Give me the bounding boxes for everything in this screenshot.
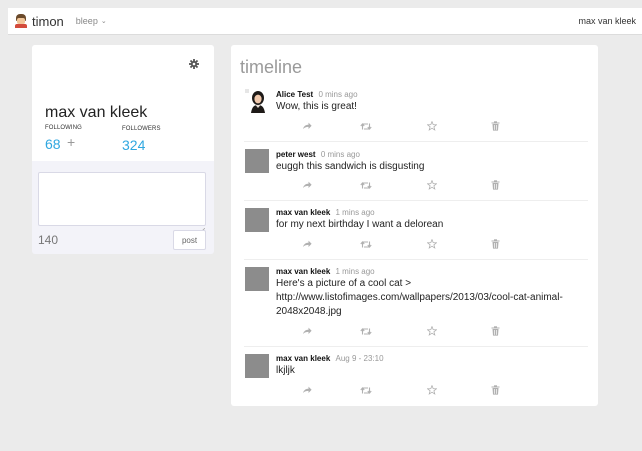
post-actions: [231, 180, 598, 190]
repost-icon[interactable]: [360, 385, 372, 395]
post-author[interactable]: Alice Test: [276, 90, 313, 99]
post-divider: [244, 346, 588, 347]
post-text: for my next birthday I want a delorean: [276, 219, 444, 230]
avatar[interactable]: [245, 149, 269, 173]
post-actions: [231, 121, 598, 131]
star-icon[interactable]: [426, 180, 438, 190]
post-author[interactable]: max van kleek: [276, 208, 330, 217]
repost-icon[interactable]: [360, 180, 372, 190]
reply-arrow-icon[interactable]: [301, 326, 313, 336]
nav-user-name[interactable]: max van kleek: [578, 16, 636, 26]
compose-input[interactable]: [38, 172, 206, 226]
profile-card: max van kleek FOLLOWING FOLLOWERS 68 + 3…: [32, 45, 214, 254]
avatar[interactable]: [245, 208, 269, 232]
avatar[interactable]: [245, 354, 269, 378]
top-navbar: timon bleep ⌄ max van kleek: [8, 8, 642, 35]
followers-label: FOLLOWERS: [122, 126, 161, 132]
following-label: FOLLOWING: [45, 125, 82, 131]
post-time: 1 mins ago: [335, 267, 375, 276]
trash-icon[interactable]: [489, 239, 501, 249]
app-switcher-dropdown[interactable]: bleep ⌄: [76, 16, 107, 26]
profile-name: max van kleek: [45, 104, 148, 121]
post-time: 1 mins ago: [335, 208, 375, 217]
trash-icon[interactable]: [489, 326, 501, 336]
post-time: Aug 9 - 23:10: [335, 354, 384, 363]
avatar[interactable]: [245, 267, 269, 291]
brand-name: timon: [32, 13, 64, 29]
gear-icon[interactable]: [189, 56, 199, 69]
reply-arrow-icon[interactable]: [301, 121, 313, 131]
post-meta: max van kleek Aug 9 - 23:10: [276, 354, 384, 363]
post-divider: [244, 200, 588, 201]
brand[interactable]: timon: [14, 14, 64, 29]
profile-header: max van kleek FOLLOWING FOLLOWERS 68 + 3…: [32, 45, 214, 161]
reply-arrow-icon[interactable]: [301, 239, 313, 249]
add-follow-button[interactable]: +: [67, 134, 75, 150]
star-icon[interactable]: [426, 385, 438, 395]
repost-icon[interactable]: [360, 121, 372, 131]
post-divider: [244, 141, 588, 142]
post-author[interactable]: max van kleek: [276, 354, 330, 363]
timeline-title: timeline: [240, 57, 303, 77]
trash-icon[interactable]: [489, 385, 501, 395]
following-count[interactable]: 68: [45, 136, 61, 152]
avatar[interactable]: [245, 89, 269, 113]
post-author[interactable]: peter west: [276, 150, 316, 159]
post-actions: [231, 239, 598, 249]
post-meta: max van kleek 1 mins ago: [276, 267, 375, 276]
post-meta: Alice Test 0 mins ago: [276, 90, 358, 99]
post-author[interactable]: max van kleek: [276, 267, 330, 276]
timeline-panel: timeline Alice Test 0 mins ago Wow, this…: [231, 45, 598, 406]
trash-icon[interactable]: [489, 121, 501, 131]
post-meta: max van kleek 1 mins ago: [276, 208, 375, 217]
chevron-down-icon: ⌄: [100, 18, 107, 25]
star-icon[interactable]: [426, 239, 438, 249]
post-time: 0 mins ago: [320, 150, 360, 159]
repost-icon[interactable]: [360, 239, 372, 249]
post-text: Here's a picture of a cool cat > http://…: [276, 278, 563, 317]
star-icon[interactable]: [426, 121, 438, 131]
post-text: euggh this sandwich is disgusting: [276, 161, 425, 172]
trash-icon[interactable]: [489, 180, 501, 190]
app-switcher-label: bleep: [75, 16, 98, 26]
brand-logo-icon: [14, 14, 28, 28]
star-icon[interactable]: [426, 326, 438, 336]
reply-arrow-icon[interactable]: [301, 180, 313, 190]
reply-arrow-icon[interactable]: [301, 385, 313, 395]
followers-count[interactable]: 324: [122, 137, 145, 153]
post-text: lkjljk: [276, 365, 295, 376]
post-button[interactable]: post: [173, 230, 206, 250]
post-actions: [231, 326, 598, 336]
resize-grip-icon[interactable]: [199, 220, 206, 234]
repost-icon[interactable]: [360, 326, 372, 336]
post-text: Wow, this is great!: [276, 101, 357, 112]
post-actions: [231, 385, 598, 395]
post-divider: [244, 259, 588, 260]
post-meta: peter west 0 mins ago: [276, 150, 360, 159]
character-count: 140: [38, 233, 59, 247]
post-time: 0 mins ago: [318, 90, 358, 99]
